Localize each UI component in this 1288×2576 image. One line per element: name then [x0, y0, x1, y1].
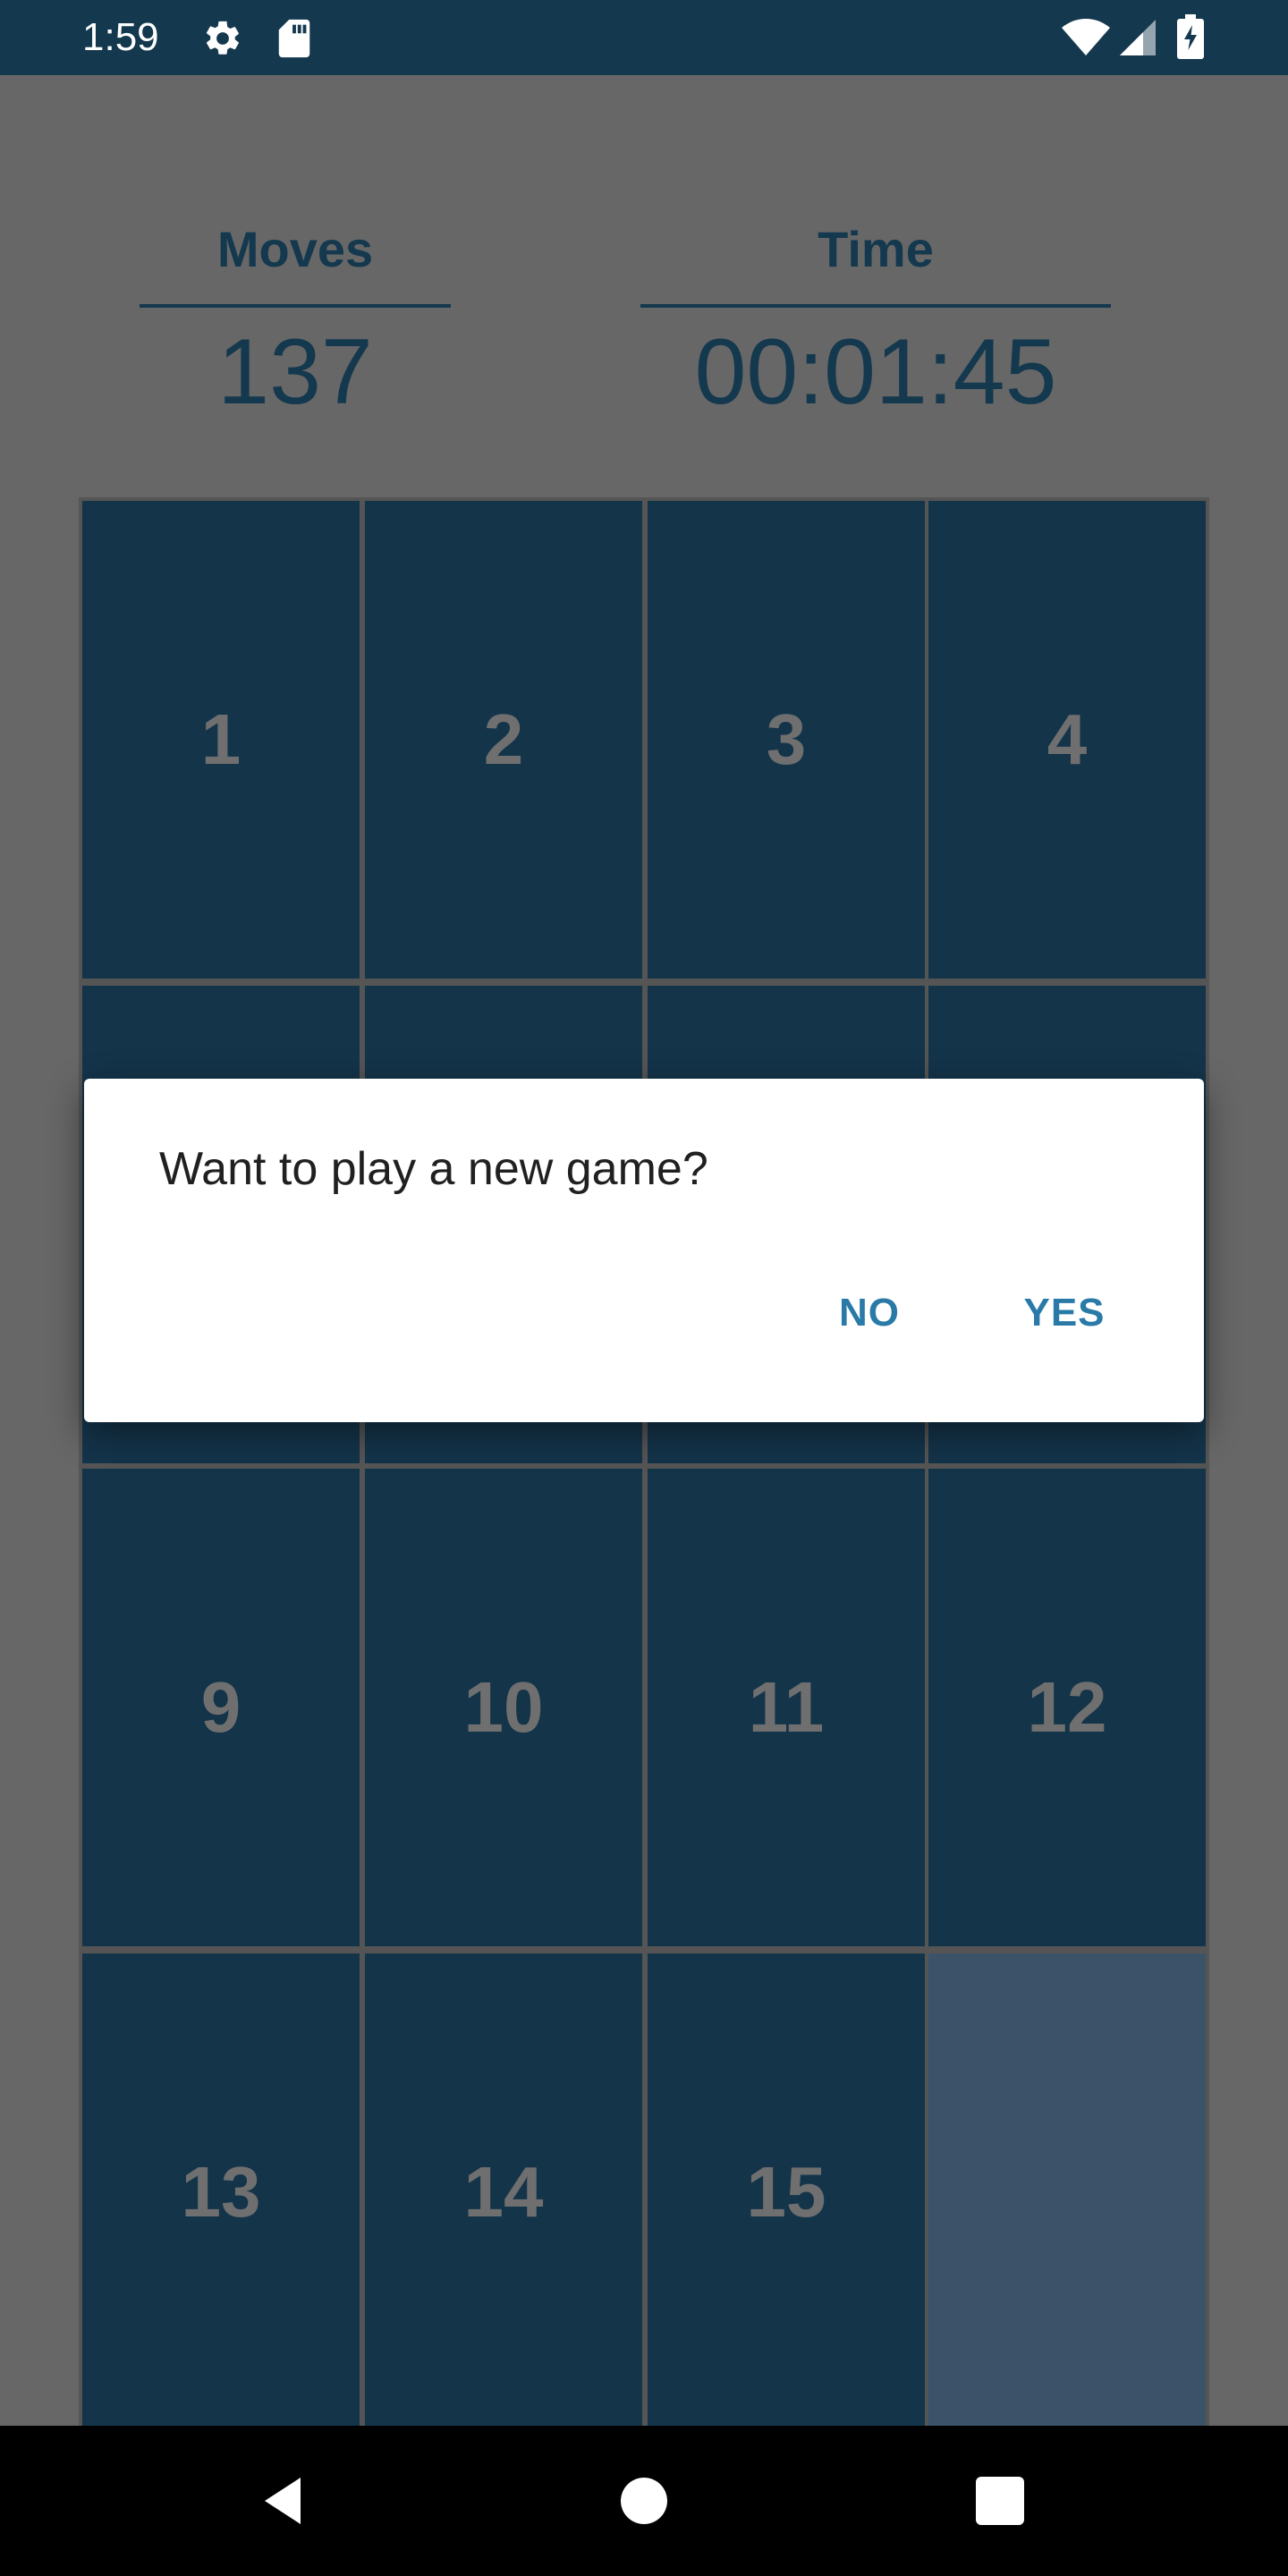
elapsed-time: 00:01:45 [694, 320, 1057, 424]
dialog-message: Want to play a new game? [159, 1143, 708, 1195]
tile-13[interactable]: 13 [82, 1953, 360, 2431]
tile-10[interactable]: 10 [365, 1469, 642, 1946]
moves-label: Moves [216, 221, 374, 277]
moves-count: 137 [217, 320, 373, 424]
tile-4[interactable]: 4 [928, 501, 1206, 979]
tile-14[interactable]: 14 [365, 1953, 642, 2431]
sd-card-icon [275, 18, 313, 64]
puzzle-board: 1 2 3 4 5 6 7 8 9 10 11 12 13 14 15 [79, 497, 1209, 2438]
home-icon[interactable] [569, 2426, 719, 2576]
tile-2[interactable]: 2 [365, 501, 642, 979]
status-time: 1:59 [82, 15, 159, 59]
settings-icon [202, 18, 243, 64]
empty-tile[interactable] [928, 1953, 1206, 2431]
signal-icon [1118, 16, 1157, 64]
screen: 1:59 Moves 137 Time 00:01:45 1 2 3 4 9 1… [0, 0, 1288, 2576]
time-divider [640, 304, 1111, 308]
tile-12[interactable]: 12 [928, 1469, 1206, 1946]
new-game-dialog: Want to play a new game? NO YES [84, 1079, 1204, 1422]
tile-3[interactable]: 3 [648, 501, 925, 979]
back-icon[interactable] [209, 2426, 360, 2576]
navigation-bar [0, 2426, 1288, 2576]
tile-15[interactable]: 15 [648, 1953, 925, 2431]
tile-1[interactable]: 1 [82, 501, 360, 979]
yes-button[interactable]: YES [1002, 1277, 1127, 1349]
no-button[interactable]: NO [814, 1277, 925, 1349]
recents-icon[interactable] [925, 2426, 1075, 2576]
time-label: Time [818, 221, 934, 277]
tile-9[interactable]: 9 [82, 1469, 360, 1946]
wifi-icon [1061, 16, 1111, 64]
tile-11[interactable]: 11 [648, 1469, 925, 1946]
moves-divider [140, 304, 451, 308]
status-bar: 1:59 [0, 0, 1288, 75]
battery-charging-icon [1177, 14, 1204, 64]
